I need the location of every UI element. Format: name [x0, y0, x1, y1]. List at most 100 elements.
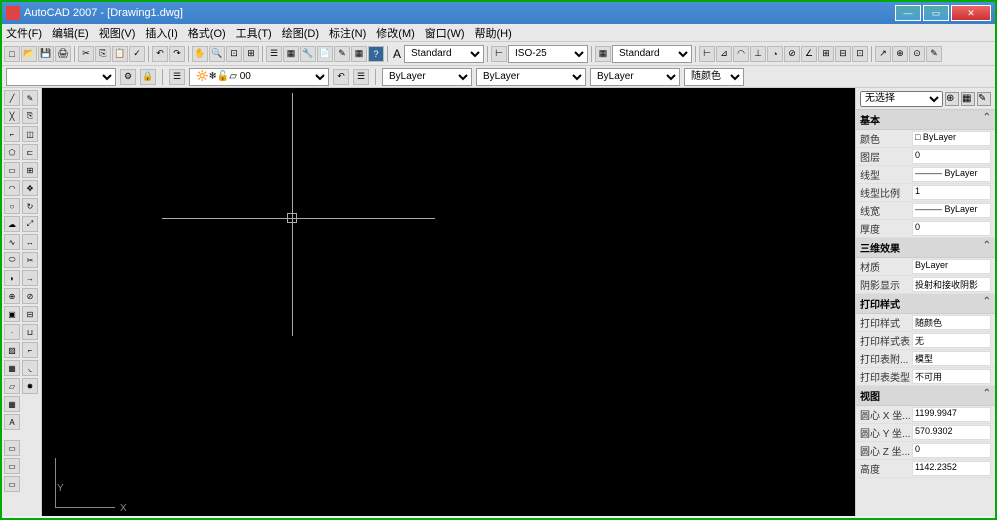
menu-window[interactable]: 窗口(W): [425, 25, 465, 41]
prop-value[interactable]: ByLayer: [912, 259, 991, 274]
prop-row-basic-5[interactable]: 厚度0: [856, 220, 995, 238]
dim-tolerance-icon[interactable]: ⊕: [892, 46, 908, 62]
prop-row-basic-3[interactable]: 线型比例1: [856, 184, 995, 202]
dim-aligned-icon[interactable]: ⊿: [716, 46, 732, 62]
prop-row-basic-1[interactable]: 图层0: [856, 148, 995, 166]
prop-value[interactable]: 1142.2352: [912, 461, 991, 476]
prop-row-threed-1[interactable]: 阴影显示投射和接收阴影: [856, 276, 995, 294]
offset-icon[interactable]: ⊏: [22, 144, 38, 160]
move-icon[interactable]: ✥: [22, 180, 38, 196]
ellipse-arc-icon[interactable]: ◗: [4, 270, 20, 286]
circle-icon[interactable]: ○: [4, 198, 20, 214]
section-3d[interactable]: 三维效果⌃: [856, 238, 995, 258]
layer-states-icon[interactable]: ☰: [353, 69, 369, 85]
revcloud-icon[interactable]: ☁: [4, 216, 20, 232]
zoom-prev-icon[interactable]: ⊞: [243, 46, 259, 62]
pline-icon[interactable]: ⌐: [4, 126, 20, 142]
prop-value[interactable]: 0: [912, 443, 991, 458]
prop-row-basic-2[interactable]: 线型——— ByLayer: [856, 166, 995, 184]
prop-value[interactable]: ——— ByLayer: [912, 203, 991, 218]
prop-row-basic-0[interactable]: 颜色□ ByLayer: [856, 130, 995, 148]
layer-prev-icon[interactable]: ↶: [333, 69, 349, 85]
join-icon[interactable]: ⊔: [22, 324, 38, 340]
zoom-rt-icon[interactable]: 🔍: [209, 46, 225, 62]
undo-icon[interactable]: ↶: [152, 46, 168, 62]
prop-value[interactable]: 投射和接收阴影: [912, 277, 991, 292]
chamfer-icon[interactable]: ⌐: [22, 342, 38, 358]
sheet-icon[interactable]: 📄: [317, 46, 333, 62]
layer-combo[interactable]: 🔆❄🔓▱ 00: [189, 68, 329, 86]
scale-icon[interactable]: ⤢: [22, 216, 38, 232]
prop-row-basic-4[interactable]: 线宽——— ByLayer: [856, 202, 995, 220]
mtext-icon[interactable]: A: [4, 414, 20, 430]
selectobj-icon[interactable]: ▦: [961, 92, 975, 106]
explode-icon[interactable]: ✸: [22, 378, 38, 394]
model-tab-icon[interactable]: ▭: [4, 440, 20, 456]
new-icon[interactable]: □: [4, 46, 20, 62]
linetype-combo[interactable]: ByLayer: [476, 68, 586, 86]
array-icon[interactable]: ⊞: [22, 162, 38, 178]
match-icon[interactable]: ✓: [129, 46, 145, 62]
menu-draw[interactable]: 绘图(D): [282, 25, 319, 41]
prop-row-threed-0[interactable]: 材质ByLayer: [856, 258, 995, 276]
hatch-icon[interactable]: ▨: [4, 342, 20, 358]
extend-icon[interactable]: →: [22, 270, 38, 286]
prop-value[interactable]: 不可用: [912, 369, 991, 384]
prop-value[interactable]: 0: [912, 149, 991, 164]
break-point-icon[interactable]: ⊘: [22, 288, 38, 304]
pickadd-icon[interactable]: ✎: [977, 92, 991, 106]
table-icon[interactable]: ▦: [4, 396, 20, 412]
rotate-icon[interactable]: ↻: [22, 198, 38, 214]
dim-arc-icon[interactable]: ◠: [733, 46, 749, 62]
redo-icon[interactable]: ↷: [169, 46, 185, 62]
section-view[interactable]: 视图⌃: [856, 386, 995, 406]
plotstyle-combo[interactable]: 随颜色: [684, 68, 744, 86]
erase-icon[interactable]: ✎: [22, 90, 38, 106]
selection-combo[interactable]: 无选择: [860, 91, 943, 107]
spline-icon[interactable]: ∿: [4, 234, 20, 250]
cut-icon[interactable]: ✂: [78, 46, 94, 62]
prop-row-view-2[interactable]: 圆心 Z 坐...0: [856, 442, 995, 460]
tablestyle-icon[interactable]: ▦: [595, 46, 611, 62]
prop-row-plot-0[interactable]: 打印样式随颜色: [856, 314, 995, 332]
prop-value[interactable]: 模型: [912, 351, 991, 366]
zoom-win-icon[interactable]: ⊡: [226, 46, 242, 62]
stretch-icon[interactable]: ↔: [22, 234, 38, 250]
section-plot[interactable]: 打印样式⌃: [856, 294, 995, 314]
workspace-combo[interactable]: [6, 68, 116, 86]
prop-row-view-0[interactable]: 圆心 X 坐...1199.9947: [856, 406, 995, 424]
line-icon[interactable]: ╱: [4, 90, 20, 106]
arc-icon[interactable]: ◠: [4, 180, 20, 196]
lineweight-combo[interactable]: ByLayer: [590, 68, 680, 86]
dim-baseline-icon[interactable]: ⊟: [835, 46, 851, 62]
paste-icon[interactable]: 📋: [112, 46, 128, 62]
text-style-combo[interactable]: Standard: [404, 45, 484, 63]
prop-value[interactable]: 570.9302: [912, 425, 991, 440]
dim-angular-icon[interactable]: ∠: [801, 46, 817, 62]
insert-block-icon[interactable]: ⊕: [4, 288, 20, 304]
menu-tools[interactable]: 工具(T): [236, 25, 272, 41]
prop-value[interactable]: 随颜色: [912, 315, 991, 330]
dim-diameter-icon[interactable]: ⊘: [784, 46, 800, 62]
prop-value[interactable]: □ ByLayer: [912, 131, 991, 146]
fillet-icon[interactable]: ◟: [22, 360, 38, 376]
menu-view[interactable]: 视图(V): [99, 25, 136, 41]
prop-row-view-3[interactable]: 高度1142.2352: [856, 460, 995, 478]
drawing-canvas[interactable]: Y X: [42, 88, 855, 516]
help-icon[interactable]: ?: [368, 46, 384, 62]
ws-lock-icon[interactable]: 🔒: [140, 69, 156, 85]
layer-props-icon[interactable]: ☰: [169, 69, 185, 85]
region-icon[interactable]: ▱: [4, 378, 20, 394]
prop-row-view-1[interactable]: 圆心 Y 坐...570.9302: [856, 424, 995, 442]
trim-icon[interactable]: ✂: [22, 252, 38, 268]
minimize-button[interactable]: —: [895, 5, 921, 21]
dim-continue-icon[interactable]: ⊡: [852, 46, 868, 62]
polygon-icon[interactable]: ⬠: [4, 144, 20, 160]
dim-center-icon[interactable]: ⊙: [909, 46, 925, 62]
prop-row-plot-2[interactable]: 打印表附...模型: [856, 350, 995, 368]
dim-style-combo[interactable]: ISO-25: [508, 45, 588, 63]
prop-value[interactable]: 0: [912, 221, 991, 236]
open-icon[interactable]: 📂: [21, 46, 37, 62]
layout1-tab-icon[interactable]: ▭: [4, 458, 20, 474]
menu-edit[interactable]: 编辑(E): [52, 25, 89, 41]
